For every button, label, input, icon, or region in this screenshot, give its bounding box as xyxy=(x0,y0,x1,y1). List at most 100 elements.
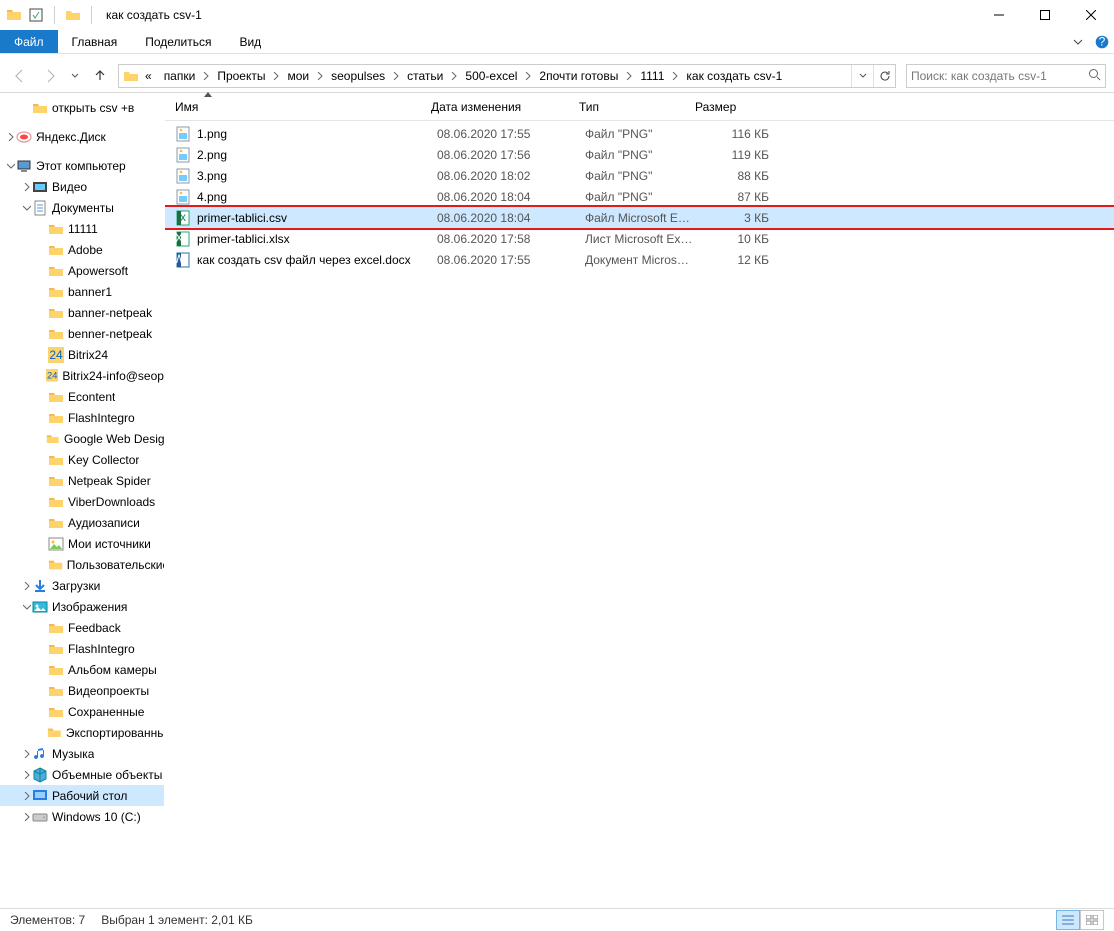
xlsx-file-icon: X xyxy=(175,231,191,247)
tree-item[interactable]: Мои источники xyxy=(0,533,164,554)
view-details-button[interactable] xyxy=(1056,910,1080,930)
tree-item[interactable]: Яндекс.Диск xyxy=(0,126,164,147)
tree-item[interactable]: Документы xyxy=(0,197,164,218)
file-row[interactable]: 1.png08.06.2020 17:55Файл "PNG"116 КБ xyxy=(165,123,1114,144)
tree-expand-icon[interactable] xyxy=(6,133,16,141)
tree-item[interactable]: Adobe xyxy=(0,239,164,260)
tree-item[interactable]: 24Bitrix24-info@seopulses xyxy=(0,365,164,386)
tree-item[interactable]: Netpeak Spider xyxy=(0,470,164,491)
view-large-icons-button[interactable] xyxy=(1080,910,1104,930)
column-date[interactable]: Дата изменения xyxy=(431,93,579,120)
tree-item[interactable]: Windows 10 (C:) xyxy=(0,806,164,827)
breadcrumb-item[interactable]: как создать csv-1 xyxy=(680,65,788,87)
tree-item[interactable]: ViberDownloads xyxy=(0,491,164,512)
quick-access-save-icon[interactable] xyxy=(28,7,44,23)
ribbon-tab-file[interactable]: Файл xyxy=(0,30,58,53)
ribbon-tab-share[interactable]: Поделиться xyxy=(131,30,225,53)
tree-item[interactable]: Feedback xyxy=(0,617,164,638)
close-button[interactable] xyxy=(1068,0,1114,30)
nav-back-button[interactable] xyxy=(8,64,32,88)
tree-item[interactable]: benner-netpeak xyxy=(0,323,164,344)
tree-expand-icon[interactable] xyxy=(22,813,32,821)
file-row[interactable]: 2.png08.06.2020 17:56Файл "PNG"119 КБ xyxy=(165,144,1114,165)
folder-icon xyxy=(47,725,62,741)
tree-item[interactable]: Видео xyxy=(0,176,164,197)
tree-item[interactable]: banner1 xyxy=(0,281,164,302)
tree-item[interactable]: Рабочий стол xyxy=(0,785,164,806)
tree-expand-icon[interactable] xyxy=(22,750,32,758)
maximize-button[interactable] xyxy=(1022,0,1068,30)
tree-item[interactable]: Загрузки xyxy=(0,575,164,596)
breadcrumb-item[interactable]: статьи xyxy=(401,65,449,87)
search-input[interactable] xyxy=(911,69,1088,83)
tree-item[interactable]: Аудиозаписи xyxy=(0,512,164,533)
file-row[interactable]: Xprimer-tablici.xlsx08.06.2020 17:58Лист… xyxy=(165,228,1114,249)
tree-item[interactable]: Альбом камеры xyxy=(0,659,164,680)
breadcrumb-item[interactable]: мои xyxy=(281,65,315,87)
tree-item[interactable]: Apowersoft xyxy=(0,260,164,281)
search-box[interactable] xyxy=(906,64,1106,88)
breadcrumb-item[interactable]: seopulses xyxy=(325,65,391,87)
ribbon-expand-button[interactable] xyxy=(1066,30,1090,53)
refresh-button[interactable] xyxy=(873,65,895,87)
tree-item[interactable]: Изображения xyxy=(0,596,164,617)
tree-item[interactable]: 11111 xyxy=(0,218,164,239)
minimize-button[interactable] xyxy=(976,0,1022,30)
breadcrumb-dropdown-button[interactable] xyxy=(851,65,873,87)
tree-item[interactable]: Econtent xyxy=(0,386,164,407)
file-list[interactable]: 1.png08.06.2020 17:55Файл "PNG"116 КБ2.p… xyxy=(165,121,1114,908)
tree-item[interactable]: Видеопроекты xyxy=(0,680,164,701)
nav-forward-button[interactable] xyxy=(38,64,62,88)
tree-item[interactable]: Сохраненные xyxy=(0,701,164,722)
tree-item[interactable]: открыть csv +в xyxy=(0,97,164,118)
file-row[interactable]: Wкак создать csv файл через excel.docx08… xyxy=(165,249,1114,270)
help-icon[interactable]: ? xyxy=(1090,30,1114,53)
tree-item[interactable]: Пользовательские xyxy=(0,554,164,575)
folder-icon xyxy=(48,221,64,237)
tree-item[interactable]: Объемные объекты xyxy=(0,764,164,785)
breadcrumb-item[interactable]: 2почти готовы xyxy=(533,65,624,87)
tree-expand-icon[interactable] xyxy=(22,582,32,590)
breadcrumb-item[interactable]: Проекты xyxy=(211,65,271,87)
column-name[interactable]: Имя xyxy=(175,93,431,120)
tree-item-label: banner1 xyxy=(68,285,112,299)
tree-item[interactable]: Key Collector xyxy=(0,449,164,470)
tree-item-label: Музыка xyxy=(52,747,94,761)
tree-item[interactable]: Музыка xyxy=(0,743,164,764)
breadcrumb-item[interactable]: папки xyxy=(158,65,202,87)
folder-icon xyxy=(46,431,60,447)
file-size: 116 КБ xyxy=(701,127,769,141)
tree-expand-icon[interactable] xyxy=(22,771,32,779)
tree-expand-icon[interactable] xyxy=(6,162,16,170)
search-icon[interactable] xyxy=(1088,68,1101,84)
tree-item[interactable]: FlashIntegro xyxy=(0,407,164,428)
tree-expand-icon[interactable] xyxy=(22,183,32,191)
tree-item[interactable]: 24Bitrix24 xyxy=(0,344,164,365)
ribbon-tab-view[interactable]: Вид xyxy=(225,30,275,53)
bx-icon: 24 xyxy=(48,347,64,363)
breadcrumb-overflow[interactable]: « xyxy=(139,65,158,87)
file-row[interactable]: 3.png08.06.2020 18:02Файл "PNG"88 КБ xyxy=(165,165,1114,186)
file-row[interactable]: xprimer-tablici.csv08.06.2020 18:04Файл … xyxy=(165,207,1114,228)
status-item-count: Элементов: 7 xyxy=(10,913,85,927)
ribbon-tab-home[interactable]: Главная xyxy=(58,30,132,53)
breadcrumb-item[interactable]: 1111 xyxy=(634,65,670,87)
tree-item-label: ViberDownloads xyxy=(68,495,155,509)
file-row[interactable]: 4.png08.06.2020 18:04Файл "PNG"87 КБ xyxy=(165,186,1114,207)
tree-expand-icon[interactable] xyxy=(22,603,32,611)
breadcrumb-item[interactable]: 500-excel xyxy=(459,65,523,87)
tree-item[interactable]: Этот компьютер xyxy=(0,155,164,176)
tree-item-label: Видео xyxy=(52,180,87,194)
tree-item[interactable]: Экспортированные xyxy=(0,722,164,743)
tree-item[interactable]: banner-netpeak xyxy=(0,302,164,323)
tree-expand-icon[interactable] xyxy=(22,792,32,800)
nav-tree[interactable]: открыть csv +в Яндекс.Диск Этот компьютер В… xyxy=(0,93,165,908)
tree-item[interactable]: Google Web Designer xyxy=(0,428,164,449)
tree-expand-icon[interactable] xyxy=(22,204,32,212)
nav-history-dropdown[interactable] xyxy=(68,64,82,88)
tree-item[interactable]: FlashIntegro xyxy=(0,638,164,659)
column-size[interactable]: Размер xyxy=(695,93,769,120)
column-type[interactable]: Тип xyxy=(579,93,695,120)
breadcrumb[interactable]: « папки Проекты мои seopulses статьи 500-exce… xyxy=(118,64,896,88)
nav-up-button[interactable] xyxy=(88,64,112,88)
